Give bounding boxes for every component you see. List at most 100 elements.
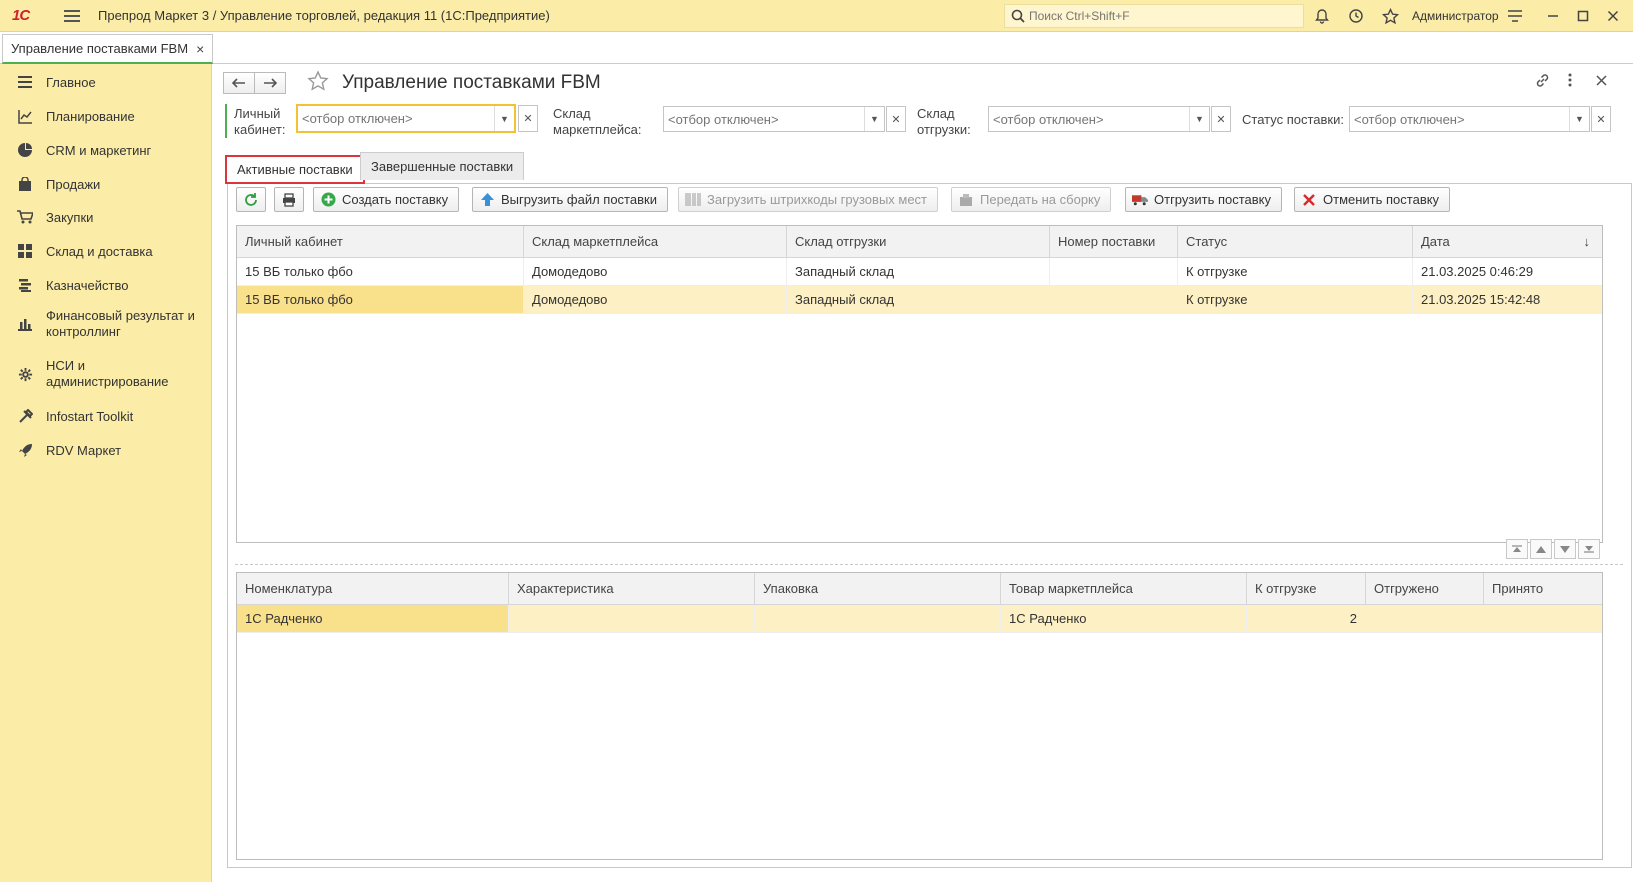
user-name[interactable]: Администратор <box>1412 9 1499 23</box>
move-up-button[interactable] <box>1530 539 1552 559</box>
upload-arrow-icon <box>479 192 495 208</box>
filter-account-input[interactable] <box>298 106 494 131</box>
filter-ship-warehouse-input[interactable] <box>989 107 1189 131</box>
items-table-header: Номенклатура Характеристика Упаковка Тов… <box>237 573 1602 605</box>
tab-active-supplies[interactable]: Активные поставки <box>225 155 365 184</box>
column-header[interactable]: Номер поставки <box>1050 226 1178 257</box>
filter-marketplace-warehouse-field[interactable]: ▼ <box>663 106 885 132</box>
link-icon[interactable] <box>1535 73 1550 92</box>
column-header[interactable]: Упаковка <box>755 573 1001 604</box>
table-row[interactable]: 15 ВБ только фбо Домодедово Западный скл… <box>237 258 1602 286</box>
menu-icon <box>17 74 33 90</box>
open-windows-bar: Управление поставками FBM × <box>0 32 1633 64</box>
table-row-selected[interactable]: 15 ВБ только фбо Домодедово Западный скл… <box>237 286 1602 314</box>
printer-icon <box>283 192 295 207</box>
sidebar-item-crm[interactable]: CRM и маркетинг <box>0 140 212 160</box>
send-to-assembly-button[interactable]: Передать на сборку <box>951 187 1112 212</box>
filter-label-marketplace-warehouse: Склад маркетплейса: <box>553 106 642 137</box>
sidebar-item-treasury[interactable]: Казначейство <box>0 275 212 295</box>
pie-chart-icon <box>17 142 33 158</box>
table-row-selected[interactable]: 1С Радченко 1С Радченко 2 <box>237 605 1602 633</box>
favorite-star-icon[interactable] <box>307 70 329 98</box>
dropdown-arrow-icon[interactable]: ▼ <box>494 106 514 131</box>
move-top-icon <box>1512 545 1522 552</box>
global-search[interactable] <box>1004 4 1304 28</box>
sidebar-item-finance[interactable]: Финансовый результат и контроллинг <box>0 306 212 342</box>
close-form-icon[interactable] <box>1596 73 1607 90</box>
minimize-icon[interactable] <box>1544 7 1562 25</box>
arrow-right-icon <box>264 78 277 88</box>
search-input[interactable] <box>1029 9 1289 23</box>
column-header[interactable]: Принято <box>1484 573 1602 604</box>
sidebar-item-warehouse[interactable]: Склад и доставка <box>0 241 212 261</box>
dropdown-arrow-icon[interactable]: ▼ <box>1189 107 1209 131</box>
sidebar-item-sales[interactable]: Продажи <box>0 174 212 194</box>
filter-status-field[interactable]: ▼ <box>1349 106 1590 132</box>
sidebar-item-infostart[interactable]: Infostart Toolkit <box>0 406 212 426</box>
maximize-icon[interactable] <box>1574 7 1592 25</box>
filter-account-clear[interactable]: ✕ <box>518 105 538 132</box>
history-icon[interactable] <box>1347 7 1365 25</box>
filter-marketplace-warehouse-input[interactable] <box>664 107 864 131</box>
cart-icon <box>17 209 33 225</box>
settings-lines-icon[interactable] <box>1506 7 1524 25</box>
supplies-table: Личный кабинет Склад маркетплейса Склад … <box>236 225 1603 543</box>
plus-circle-icon <box>320 192 336 208</box>
1c-logo: 1С <box>12 6 30 24</box>
print-button[interactable] <box>274 187 304 212</box>
bell-icon[interactable] <box>1313 7 1331 25</box>
sections-panel: Главное Планирование CRM и маркетинг Про… <box>0 64 212 882</box>
box-icon <box>958 192 974 208</box>
filter-ship-warehouse-field[interactable]: ▼ <box>988 106 1210 132</box>
column-header[interactable]: Склад отгрузки <box>787 226 1050 257</box>
column-header[interactable]: Склад маркетплейса <box>524 226 787 257</box>
column-header-date[interactable]: Дата ↓ <box>1413 226 1602 257</box>
sidebar-item-main[interactable]: Главное <box>0 72 212 92</box>
move-down-button[interactable] <box>1554 539 1576 559</box>
filter-marketplace-warehouse-clear[interactable]: ✕ <box>886 106 906 132</box>
export-supply-file-button[interactable]: Выгрузить файл поставки <box>472 187 668 212</box>
tools-icon <box>17 408 33 424</box>
sidebar-item-planning[interactable]: Планирование <box>0 106 212 126</box>
column-header[interactable]: Личный кабинет <box>237 226 524 257</box>
refresh-button[interactable] <box>236 187 266 212</box>
filter-ship-warehouse-clear[interactable]: ✕ <box>1211 106 1231 132</box>
column-header[interactable]: Статус <box>1178 226 1413 257</box>
title-bar: 1С Препрод Маркет 3 / Управление торговл… <box>0 0 1633 32</box>
open-window-tab[interactable]: Управление поставками FBM × <box>2 34 214 64</box>
column-header[interactable]: К отгрузке <box>1247 573 1366 604</box>
create-supply-button[interactable]: Создать поставку <box>313 187 460 212</box>
sidebar-item-admin[interactable]: НСИ и администрирование <box>0 356 212 392</box>
main-menu-button[interactable] <box>64 9 80 22</box>
panel-splitter[interactable] <box>235 564 1623 565</box>
grid-icon <box>17 243 33 259</box>
close-window-icon[interactable] <box>1604 7 1622 25</box>
column-header[interactable]: Номенклатура <box>237 573 509 604</box>
filter-status-clear[interactable]: ✕ <box>1591 106 1611 132</box>
column-header[interactable]: Отгружено <box>1366 573 1484 604</box>
dropdown-arrow-icon[interactable]: ▼ <box>864 107 884 131</box>
back-button[interactable] <box>223 72 255 94</box>
more-actions-icon[interactable] <box>1568 73 1572 91</box>
favorites-star-icon[interactable] <box>1381 7 1399 25</box>
cancel-supply-button[interactable]: Отменить поставку <box>1294 187 1451 212</box>
load-barcodes-button[interactable]: Загрузить штрихкоды грузовых мест <box>678 187 939 212</box>
red-cross-icon <box>1301 192 1317 208</box>
refresh-icon <box>245 192 257 206</box>
dropdown-arrow-icon[interactable]: ▼ <box>1569 107 1589 131</box>
filter-label-status: Статус поставки: <box>1242 112 1344 127</box>
forward-button[interactable] <box>254 72 286 94</box>
filter-account-field[interactable]: ▼ <box>296 104 516 133</box>
column-header[interactable]: Товар маркетплейса <box>1001 573 1247 604</box>
close-tab-icon[interactable]: × <box>196 41 204 57</box>
tab-completed-supplies[interactable]: Завершенные поставки <box>360 152 525 180</box>
supplies-table-header: Личный кабинет Склад маркетплейса Склад … <box>237 226 1602 258</box>
column-header[interactable]: Характеристика <box>509 573 755 604</box>
search-icon <box>1011 9 1025 23</box>
filter-status-input[interactable] <box>1350 107 1569 131</box>
sidebar-item-rdv[interactable]: RDV Маркет <box>0 440 212 460</box>
sidebar-item-purchases[interactable]: Закупки <box>0 207 212 227</box>
move-to-bottom-button[interactable] <box>1578 539 1600 559</box>
ship-supply-button[interactable]: Отгрузить поставку <box>1125 187 1282 212</box>
move-to-top-button[interactable] <box>1506 539 1528 559</box>
